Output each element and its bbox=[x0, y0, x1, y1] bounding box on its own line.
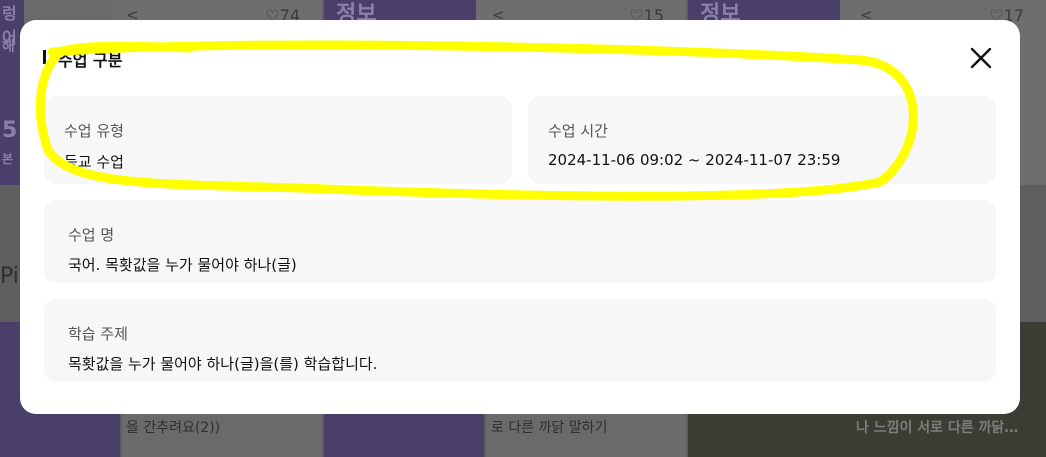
lesson-card-title[interactable]: 을 간추려요(2)) bbox=[126, 417, 220, 437]
left-edge-text: 본 bbox=[2, 152, 14, 166]
title-accent-bar bbox=[43, 50, 46, 64]
class-name-field: 수업 명 국어. 목홧값을 누가 물어야 하나(글) bbox=[44, 200, 996, 283]
close-button[interactable] bbox=[968, 45, 994, 71]
left-edge-text: 5 bbox=[2, 118, 18, 143]
lesson-card-title[interactable]: 로 다른 까닭 말하기 bbox=[491, 417, 607, 437]
topic-field: 학습 주제 목홧값을 누가 물어야 하나(글)을(를) 학습합니다. bbox=[44, 299, 996, 382]
class-type-field: 수업 유형 등교 수업 bbox=[44, 96, 512, 184]
class-time-value: 2024-11-06 09:02 ~ 2024-11-07 23:59 bbox=[548, 151, 841, 169]
class-time-field: 수업 시간 2024-11-06 09:02 ~ 2024-11-07 23:5… bbox=[528, 96, 996, 184]
lesson-card-title[interactable]: 나 느낌이 서로 다른 까닭… bbox=[856, 417, 1018, 437]
class-time-label: 수업 시간 bbox=[548, 122, 608, 140]
class-name-label: 수업 명 bbox=[68, 226, 115, 244]
close-icon[interactable] bbox=[968, 45, 994, 71]
left-edge-text: 해 bbox=[2, 39, 15, 55]
topic-value: 목홧값을 누가 물어야 하나(글)을(를) 학습합니다. bbox=[68, 355, 378, 373]
class-type-label: 수업 유형 bbox=[64, 122, 124, 140]
class-name-value: 국어. 목홧값을 누가 물어야 하나(글) bbox=[68, 256, 297, 274]
class-info-modal: 수업 구분 수업 유형 등교 수업 수업 시간 2024-11-06 09:02… bbox=[20, 20, 1020, 414]
modal-header: 수업 구분 bbox=[20, 20, 1020, 96]
topic-label: 학습 주제 bbox=[68, 325, 128, 343]
modal-title: 수업 구분 bbox=[58, 51, 123, 70]
class-type-value: 등교 수업 bbox=[64, 153, 124, 171]
